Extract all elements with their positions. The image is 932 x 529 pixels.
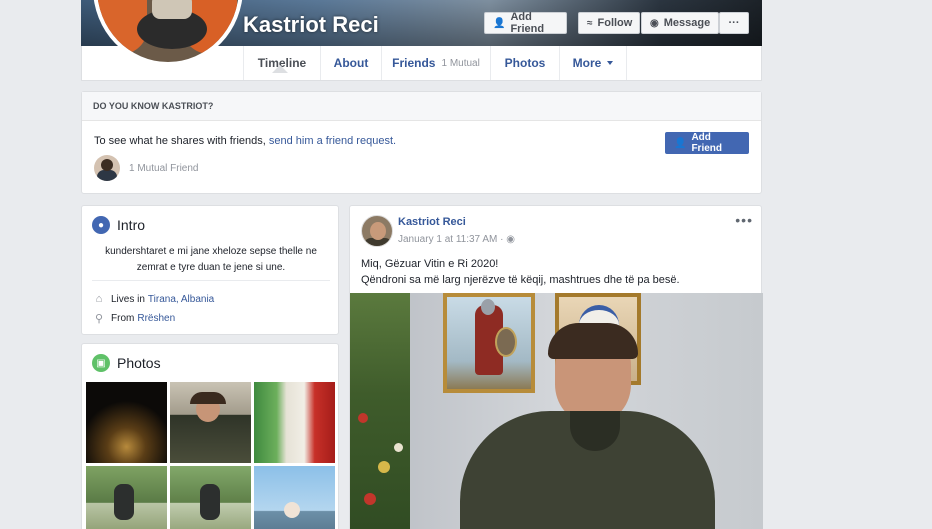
photo-thumbnail[interactable] bbox=[86, 382, 167, 463]
intro-bio: kundershtaret e mi jane xheloze sepse th… bbox=[105, 246, 317, 273]
message-button[interactable]: ◉ Message bbox=[641, 12, 719, 34]
post-author-name[interactable]: Kastriot Reci bbox=[398, 216, 466, 228]
add-friend-button-secondary[interactable]: 👤 Add Friend bbox=[665, 132, 749, 154]
public-globe-icon: ◉ bbox=[506, 234, 515, 245]
do-you-know-card: DO YOU KNOW KASTRIOT? To see what he sha… bbox=[81, 91, 762, 194]
friend-request-prompt: To see what he shares with friends, send… bbox=[94, 135, 397, 147]
photo-thumbnail[interactable] bbox=[170, 382, 251, 463]
do-you-know-heading: DO YOU KNOW KASTRIOT? bbox=[82, 92, 761, 121]
add-friend-icon: 👤 bbox=[493, 17, 506, 29]
post-text: Miq, Gëzuar Vitin e Ri 2020! Qëndroni sa… bbox=[361, 258, 680, 286]
post-photo[interactable] bbox=[350, 293, 763, 529]
tab-photos[interactable]: Photos bbox=[490, 46, 559, 80]
tab-friends[interactable]: Friends 1 Mutual bbox=[381, 46, 490, 80]
from-link[interactable]: Rrëshen bbox=[137, 313, 175, 324]
rss-icon: ≈ bbox=[587, 17, 593, 29]
mutual-friends-link[interactable]: 1 Mutual Friend bbox=[129, 163, 198, 174]
home-icon: ⌂ bbox=[95, 293, 103, 305]
intro-card: ● Intro kundershtaret e mi jane xheloze … bbox=[81, 205, 339, 335]
follow-button[interactable]: ≈ Follow bbox=[578, 12, 640, 34]
more-options-button[interactable]: ··· bbox=[719, 12, 749, 34]
tab-about[interactable]: About bbox=[320, 46, 381, 80]
globe-icon: ● bbox=[92, 216, 110, 234]
lives-in-row: ⌂ Lives in Tirana, Albania bbox=[92, 293, 215, 305]
tab-more[interactable]: More bbox=[559, 46, 627, 80]
photos-title: Photos bbox=[117, 355, 161, 371]
photo-thumbnail[interactable] bbox=[254, 466, 335, 529]
mutual-friend-avatar[interactable] bbox=[94, 155, 120, 181]
timeline-post: Kastriot Reci January 1 at 11:37 AM · ◉ … bbox=[349, 205, 763, 529]
ellipsis-icon: ··· bbox=[728, 17, 740, 29]
photo-icon: ▣ bbox=[92, 354, 110, 372]
intro-title: Intro bbox=[117, 217, 146, 233]
post-timestamp: January 1 at 11:37 AM · ◉ bbox=[398, 234, 515, 245]
profile-name[interactable]: Kastriot Reci bbox=[243, 12, 379, 38]
post-options-button[interactable]: ••• bbox=[735, 212, 753, 228]
from-row: ⚲ From Rrëshen bbox=[92, 312, 175, 325]
active-tab-indicator bbox=[272, 65, 288, 73]
lives-in-link[interactable]: Tirana, Albania bbox=[148, 294, 214, 305]
send-friend-request-link[interactable]: send him a friend request. bbox=[269, 135, 396, 147]
photo-thumbnail[interactable] bbox=[254, 382, 335, 463]
location-pin-icon: ⚲ bbox=[94, 313, 104, 325]
messenger-icon: ◉ bbox=[650, 17, 659, 29]
caret-down-icon bbox=[607, 61, 614, 65]
post-author-avatar[interactable] bbox=[361, 215, 393, 247]
photo-thumbnail[interactable] bbox=[86, 466, 167, 529]
add-friend-icon: 👤 bbox=[674, 137, 687, 149]
divider bbox=[92, 280, 330, 281]
add-friend-button[interactable]: 👤 Add Friend bbox=[484, 11, 567, 35]
photos-card: ▣ Photos bbox=[81, 343, 339, 529]
photo-thumbnail[interactable] bbox=[170, 466, 251, 529]
tab-timeline[interactable]: Timeline bbox=[243, 46, 320, 80]
